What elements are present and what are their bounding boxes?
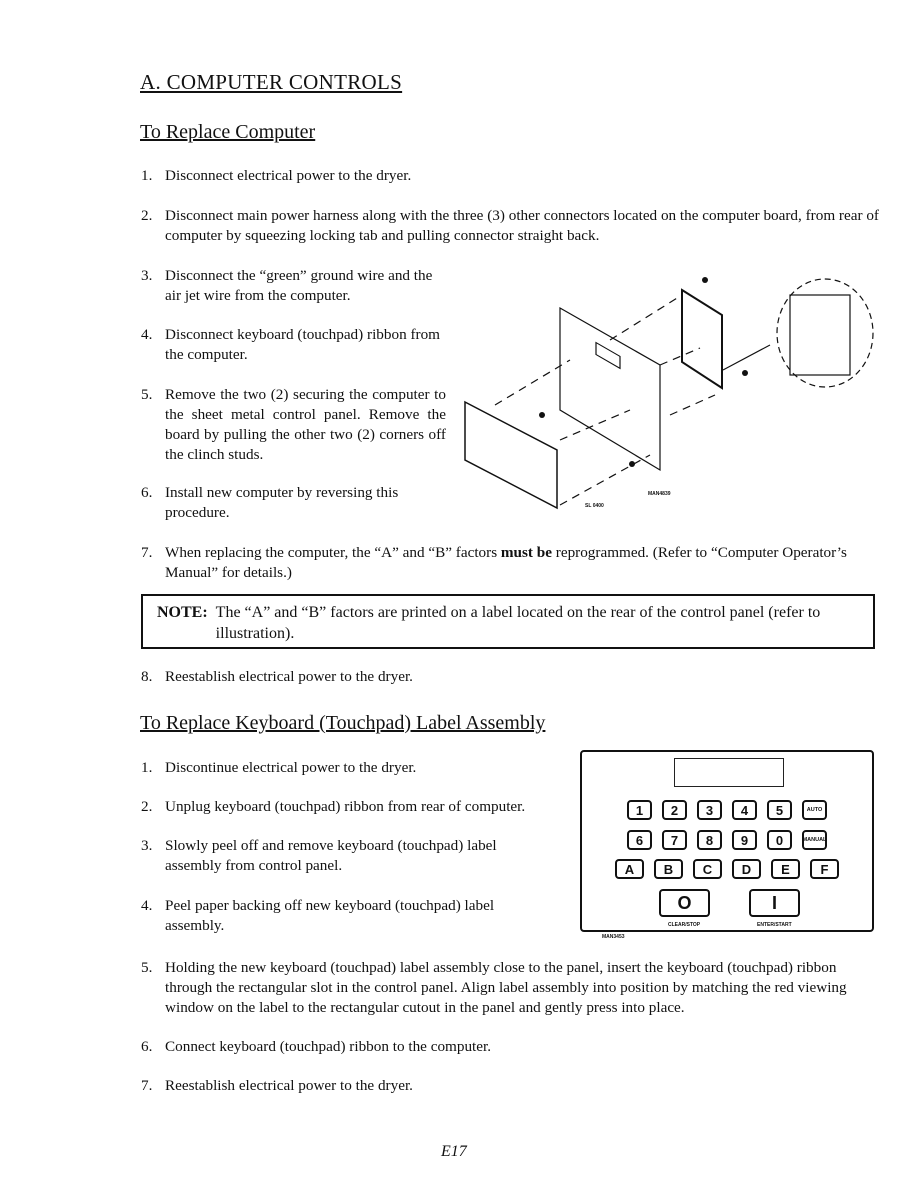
kb-step-6: 6. Connect keyboard (touchpad) ribbon to …	[141, 1038, 492, 1055]
keypad-key: MANUAL	[802, 830, 827, 850]
keypad-figure-label: MAN3453	[602, 934, 625, 940]
keypad-key: A	[615, 859, 644, 879]
step-5: 5. Remove the two (2) securing the comput…	[141, 386, 446, 463]
kb-step-2: 2. Unplug keyboard (touchpad) ribbon from…	[141, 798, 526, 815]
keypad-key: D	[732, 859, 761, 879]
figure-label: MAN4839	[648, 491, 671, 497]
enter-start-label: ENTER/START	[757, 922, 792, 928]
keypad-key: 8	[697, 830, 722, 850]
step-1: 1. Disconnect electrical power to the dry…	[141, 167, 412, 184]
page-number: E17	[441, 1143, 467, 1160]
keypad-illustration: 1 2 3 4 5 AUTO 6 7 8 9 0 MANUAL A B C D E F O I CLEAR/STO…	[580, 750, 874, 932]
keypad-key: B	[654, 859, 683, 879]
kb-step-5: 5. Holding the new keyboard (touchpad) la…	[141, 959, 847, 1016]
keypad-key: F	[810, 859, 839, 879]
step-3: 3. Disconnect the “green” ground wire and…	[141, 267, 433, 304]
kb-step-7: 7. Reestablish electrical power to the dr…	[141, 1077, 413, 1094]
step-7: 7. When replacing the computer, the “A” a…	[141, 544, 847, 581]
keypad-key: 0	[767, 830, 792, 850]
step-6: 6. Install new computer by reversing this…	[141, 484, 399, 521]
step-8: 8. Reestablish electrical power to the dr…	[141, 668, 413, 685]
keypad-key: 3	[697, 800, 722, 820]
heading-replace-keyboard: To Replace Keyboard (Touchpad) Label Ass…	[140, 712, 546, 734]
keypad-key: 4	[732, 800, 757, 820]
keypad-key: C	[693, 859, 722, 879]
clear-stop-key: O	[659, 889, 710, 917]
keypad-key: 6	[627, 830, 652, 850]
keypad-key: 7	[662, 830, 687, 850]
figure-sublabel: SL 0400	[585, 503, 604, 509]
clear-stop-label: CLEAR/STOP	[668, 922, 701, 928]
keypad-key: 9	[732, 830, 757, 850]
section-title: A. COMPUTER CONTROLS	[140, 70, 403, 94]
step-4: 4. Disconnect keyboard (touchpad) ribbon …	[141, 326, 440, 363]
kb-step-4: 4. Peel paper backing off new keyboard (t…	[141, 897, 495, 934]
step-2: 2. Disconnect main power harness along wi…	[141, 207, 879, 244]
note-label: NOTE:	[157, 604, 208, 621]
enter-start-key: I	[749, 889, 800, 917]
note-box: NOTE: The “A” and “B” factors are printe…	[141, 594, 875, 649]
heading-replace-computer: To Replace Computer	[140, 121, 316, 143]
display-window	[674, 758, 784, 787]
keypad-key: E	[771, 859, 800, 879]
computer-exploded-diagram	[464, 277, 874, 510]
keypad-key: 5	[767, 800, 792, 820]
keypad-key: 2	[662, 800, 687, 820]
keypad-key: AUTO	[802, 800, 827, 820]
kb-step-3: 3. Slowly peel off and remove keyboard (t…	[141, 837, 497, 874]
keypad-key: 1	[627, 800, 652, 820]
kb-step-1: 1. Discontinue electrical power to the dr…	[141, 759, 417, 776]
note-text: The “A” and “B” factors are printed on a…	[215, 604, 821, 642]
